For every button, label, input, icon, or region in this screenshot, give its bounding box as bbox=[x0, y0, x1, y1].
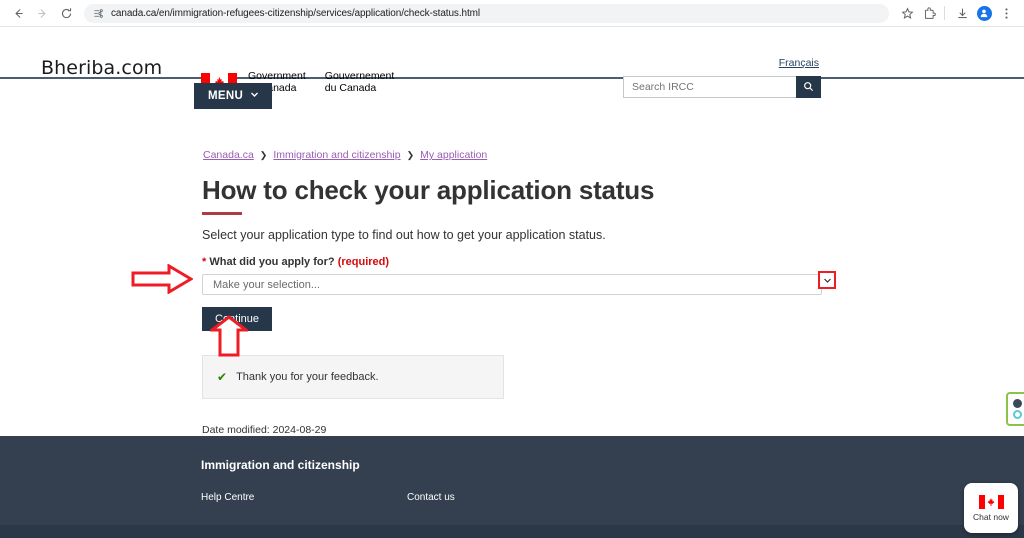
chevron-down-icon[interactable] bbox=[818, 271, 836, 289]
widget-dot-bottom bbox=[1012, 410, 1022, 419]
form-label-text: What did you apply for? bbox=[209, 256, 335, 268]
reload-icon[interactable] bbox=[56, 3, 76, 23]
page-title: How to check your application status bbox=[202, 175, 655, 205]
chat-now-label: Chat now bbox=[973, 511, 1009, 522]
site-footer: Immigration and citizenship Help Centre … bbox=[0, 436, 1024, 538]
site-settings-icon[interactable] bbox=[93, 8, 104, 19]
red-arrow-pointing-up-at-continue bbox=[207, 315, 251, 357]
application-type-select[interactable]: Make your selection... bbox=[202, 271, 836, 295]
footer-links-immigration: Help Centre Contact us bbox=[201, 487, 1024, 505]
footer-link-help-centre[interactable]: Help Centre bbox=[201, 492, 254, 503]
browser-toolbar: canada.ca/en/immigration-refugees-citize… bbox=[0, 0, 1024, 27]
site-header: Bheriba.com Government of Canada Gouverne… bbox=[0, 27, 1024, 98]
downloads-icon[interactable] bbox=[952, 3, 972, 23]
forward-arrow-icon bbox=[32, 3, 52, 23]
accessibility-widget-icon[interactable] bbox=[1006, 392, 1024, 426]
select-selected-value: Make your selection... bbox=[213, 278, 320, 291]
address-bar[interactable]: canada.ca/en/immigration-refugees-citize… bbox=[84, 3, 889, 23]
title-accent-rule bbox=[202, 212, 242, 215]
chevron-down-icon bbox=[250, 90, 259, 102]
red-arrow-pointing-right-at-dropdown bbox=[131, 263, 194, 295]
bookmark-star-icon[interactable] bbox=[897, 3, 917, 23]
footer-link-contact-us[interactable]: Contact us bbox=[407, 492, 455, 503]
page-viewport: Bheriba.com Government of Canada Gouverne… bbox=[0, 27, 1024, 538]
watermark-text: Bheriba.com bbox=[41, 57, 163, 79]
main-menu-button[interactable]: MENU bbox=[194, 83, 273, 109]
check-mark-icon: ✔ bbox=[217, 370, 228, 384]
breadcrumb-separator: ❯ bbox=[406, 149, 415, 160]
feedback-confirmation: ✔ Thank you for your feedback. bbox=[202, 355, 504, 399]
main-content: How to check your application status Sel… bbox=[0, 175, 1024, 436]
canada-flag-icon bbox=[978, 494, 1004, 509]
url-text: canada.ca/en/immigration-refugees-citize… bbox=[111, 7, 480, 19]
footer-section-immigration: Immigration and citizenship Help Centre … bbox=[0, 436, 1024, 525]
footer-heading-immigration: Immigration and citizenship bbox=[201, 458, 360, 472]
main-menu-label: MENU bbox=[208, 90, 244, 102]
form-field-label: * What did you apply for? (required) bbox=[202, 256, 1024, 268]
profile-avatar-icon[interactable] bbox=[974, 3, 994, 23]
menu-bar: MENU bbox=[0, 79, 1024, 111]
breadcrumb-item-my-application[interactable]: My application bbox=[420, 149, 487, 161]
breadcrumb-item-immigration[interactable]: Immigration and citizenship bbox=[273, 149, 400, 161]
footer-section-goc: Government of Canada All contacts Depart… bbox=[0, 525, 1024, 538]
language-toggle-link[interactable]: Français bbox=[779, 57, 819, 69]
breadcrumb-item-canada-ca[interactable]: Canada.ca bbox=[203, 149, 254, 161]
required-text: (required) bbox=[337, 256, 390, 268]
breadcrumb-separator: ❯ bbox=[259, 149, 268, 160]
widget-dot-top bbox=[1012, 399, 1022, 408]
page-lede: Select your application type to find out… bbox=[202, 228, 606, 242]
toolbar-divider bbox=[944, 6, 945, 20]
breadcrumb: Canada.ca ❯ Immigration and citizenship … bbox=[203, 149, 487, 161]
date-modified: Date modified: 2024-08-29 bbox=[202, 424, 327, 436]
back-arrow-icon[interactable] bbox=[8, 3, 28, 23]
chat-now-widget[interactable]: Chat now bbox=[964, 483, 1018, 533]
three-dot-menu-icon[interactable] bbox=[996, 3, 1016, 23]
extensions-puzzle-icon[interactable] bbox=[919, 3, 939, 23]
required-asterisk: * bbox=[202, 256, 207, 268]
feedback-text: Thank you for your feedback. bbox=[236, 371, 379, 383]
